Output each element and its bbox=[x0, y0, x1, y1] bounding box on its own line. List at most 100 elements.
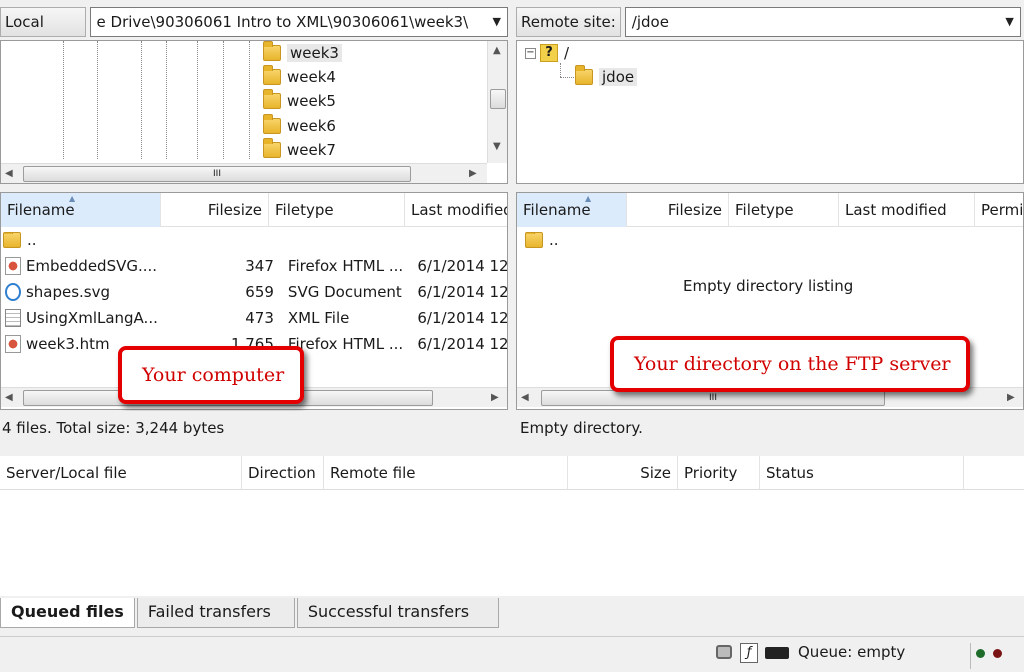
scroll-right-icon[interactable]: ▶ bbox=[1007, 392, 1015, 403]
tree-item-week3[interactable]: week3 bbox=[263, 41, 342, 65]
remote-path-text: /jdoe bbox=[631, 13, 669, 31]
file-size: 473 bbox=[245, 309, 274, 327]
file-name: .. bbox=[27, 231, 37, 249]
remote-path-combo[interactable]: /jdoe ▼ bbox=[624, 7, 1021, 37]
status-divider bbox=[970, 643, 971, 669]
scroll-thumb[interactable]: III bbox=[23, 166, 411, 182]
filter-icon[interactable]: ƒ bbox=[740, 643, 758, 663]
tree-item-label: week4 bbox=[287, 68, 336, 86]
remote-tree-panel: − ? / jdoe bbox=[516, 40, 1024, 184]
scroll-left-icon[interactable]: ◀ bbox=[5, 168, 13, 179]
local-tree-vscrollbar[interactable]: ▲ ▼ bbox=[487, 41, 507, 163]
column-server-local-file[interactable]: Server/Local file bbox=[0, 456, 242, 490]
local-list-header: Filename Filesize Filetype Last modified bbox=[1, 193, 507, 227]
tree-item-label: week5 bbox=[287, 92, 336, 110]
column-filesize[interactable]: Filesize bbox=[627, 193, 729, 227]
xml-file-icon bbox=[5, 309, 21, 327]
collapse-icon[interactable]: − bbox=[525, 47, 536, 59]
scroll-grip: III bbox=[709, 393, 717, 403]
column-filetype[interactable]: Filetype bbox=[729, 193, 839, 227]
local-path-combo[interactable]: e Drive\90306061 Intro to XML\90306061\w… bbox=[89, 7, 508, 37]
file-name: shapes.svg bbox=[25, 283, 111, 301]
column-permissions[interactable]: Permi bbox=[975, 193, 1023, 227]
tab-successful-transfers[interactable]: Successful transfers bbox=[296, 598, 499, 628]
folder-icon bbox=[525, 232, 543, 248]
column-filename[interactable]: Filename bbox=[1, 193, 161, 227]
tree-item-label: / bbox=[564, 44, 570, 62]
file-modified: 6/1/2014 12:3 bbox=[417, 257, 508, 275]
svg-document-icon bbox=[5, 283, 21, 301]
column-last-modified[interactable]: Last modified bbox=[839, 193, 975, 227]
dropdown-arrow-icon[interactable]: ▼ bbox=[493, 8, 501, 36]
file-modified: 6/1/2014 12:0 bbox=[417, 309, 508, 327]
remote-status-text: Empty directory. bbox=[518, 411, 1024, 445]
scroll-up-icon[interactable]: ▲ bbox=[493, 45, 501, 56]
lock-icon bbox=[716, 645, 732, 659]
firefox-html-icon bbox=[5, 257, 21, 275]
tree-item-week7[interactable]: week7 bbox=[263, 138, 336, 162]
queue-tabs: Queued files Failed transfers Successful… bbox=[0, 598, 501, 630]
column-priority[interactable]: Priority bbox=[678, 456, 760, 490]
scroll-right-icon[interactable]: ▶ bbox=[469, 168, 477, 179]
unknown-folder-icon: ? bbox=[540, 44, 558, 62]
tree-item-root[interactable]: − ? / bbox=[525, 41, 569, 65]
tree-item-label: jdoe bbox=[599, 68, 638, 86]
column-filename[interactable]: Filename bbox=[517, 193, 627, 227]
tree-item-week4[interactable]: week4 bbox=[263, 65, 336, 89]
folder-icon bbox=[263, 89, 281, 109]
queue-status-text: Queue: empty bbox=[798, 643, 906, 661]
callout-ftp-directory: Your directory on the FTP server bbox=[610, 336, 970, 392]
column-last-modified[interactable]: Last modified bbox=[405, 193, 507, 227]
filezilla-window: Local site: e Drive\90306061 Intro to XM… bbox=[0, 0, 1024, 672]
empty-listing-message: Empty directory listing bbox=[683, 277, 854, 295]
scroll-thumb[interactable]: III bbox=[541, 390, 885, 406]
file-modified: 6/1/2014 12:1 bbox=[417, 335, 508, 353]
column-status[interactable]: Status bbox=[760, 456, 964, 490]
download-indicator-icon bbox=[993, 649, 1002, 658]
local-tree-panel: week3 week4 week5 week6 week7 ▲ ▼ ◀ III … bbox=[0, 40, 508, 184]
column-filesize[interactable]: Filesize bbox=[161, 193, 269, 227]
tab-queued-files[interactable]: Queued files bbox=[0, 598, 135, 628]
folder-icon bbox=[263, 114, 281, 134]
scroll-left-icon[interactable]: ◀ bbox=[5, 392, 13, 403]
column-remote-file[interactable]: Remote file bbox=[324, 456, 568, 490]
tree-item-week5[interactable]: week5 bbox=[263, 89, 336, 113]
dropdown-arrow-icon[interactable]: ▼ bbox=[1005, 8, 1013, 36]
folder-icon bbox=[575, 65, 593, 85]
file-name: .. bbox=[549, 231, 559, 249]
scroll-right-icon[interactable]: ▶ bbox=[491, 392, 499, 403]
scroll-thumb[interactable] bbox=[490, 89, 506, 109]
queue-header: Server/Local file Direction Remote file … bbox=[0, 456, 1024, 490]
file-name: EmbeddedSVG.... bbox=[25, 257, 158, 275]
file-type: Firefox HTML ... bbox=[287, 257, 404, 275]
file-row-parent[interactable]: .. bbox=[525, 227, 559, 253]
file-row[interactable]: EmbeddedSVG.... 347 Firefox HTML ... 6/1… bbox=[5, 253, 508, 279]
column-size[interactable]: Size bbox=[568, 456, 678, 490]
folder-icon bbox=[263, 65, 281, 85]
tree-item-label: week7 bbox=[287, 141, 336, 159]
tree-item-label: week3 bbox=[287, 44, 342, 62]
scroll-left-icon[interactable]: ◀ bbox=[521, 392, 529, 403]
tab-failed-transfers[interactable]: Failed transfers bbox=[136, 598, 295, 628]
tree-item-jdoe[interactable]: jdoe bbox=[575, 65, 638, 89]
file-name: UsingXmlLangA... bbox=[25, 309, 158, 327]
remote-site-bar: Remote site: /jdoe ▼ bbox=[516, 4, 1024, 40]
scroll-down-icon[interactable]: ▼ bbox=[493, 141, 501, 152]
local-tree-hscrollbar[interactable]: ◀ III ▶ bbox=[1, 163, 487, 183]
tree-item-week6[interactable]: week6 bbox=[263, 114, 336, 138]
remote-site-label: Remote site: bbox=[516, 7, 621, 37]
column-direction[interactable]: Direction bbox=[242, 456, 324, 490]
speed-limit-icon[interactable] bbox=[765, 647, 789, 659]
folder-icon bbox=[263, 41, 281, 61]
local-path-text: e Drive\90306061 Intro to XML\90306061\w… bbox=[96, 13, 469, 31]
callout-text: Your computer bbox=[142, 364, 285, 386]
file-modified: 6/1/2014 12:4 bbox=[417, 283, 508, 301]
file-row-parent[interactable]: .. bbox=[3, 227, 37, 253]
scroll-grip: III bbox=[213, 169, 221, 179]
local-site-bar: Local site: e Drive\90306061 Intro to XM… bbox=[0, 4, 508, 59]
file-row[interactable]: UsingXmlLangA... 473 XML File 6/1/2014 1… bbox=[5, 305, 508, 331]
file-type: SVG Document bbox=[287, 283, 402, 301]
firefox-html-icon bbox=[5, 335, 21, 353]
file-row[interactable]: shapes.svg 659 SVG Document 6/1/2014 12:… bbox=[5, 279, 508, 305]
column-filetype[interactable]: Filetype bbox=[269, 193, 405, 227]
